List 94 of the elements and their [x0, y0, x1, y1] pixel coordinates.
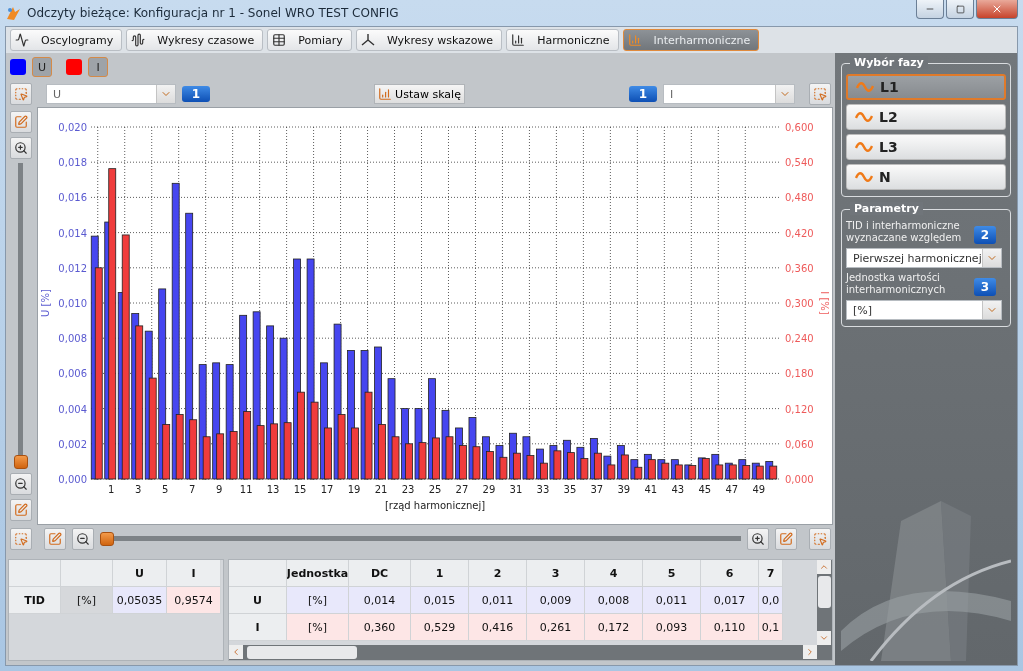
axis-tick-label: 11 — [239, 484, 253, 495]
axis-title: [rząd harmonicznej] — [384, 500, 486, 511]
axis-tick-label: 0,600 — [785, 122, 814, 133]
table-cell: 0,416 — [469, 614, 527, 641]
field-label: TID i interharmoniczne wyznaczane względem — [846, 220, 963, 244]
table-cell: 0,529 — [411, 614, 469, 641]
axis-tick-label: 49 — [752, 484, 766, 495]
table-cell: 0,014 — [349, 587, 411, 614]
table-cell: 0,1 — [759, 614, 783, 641]
axis-tick-label: 21 — [374, 484, 388, 495]
field-label: Jednostka wartości interharmonicznych — [846, 272, 947, 296]
axis-tick-label: 0,480 — [785, 192, 814, 204]
axis-title: U [%] — [40, 289, 51, 317]
table-cell: 0,015 — [411, 587, 469, 614]
axis-tick-label: 0,018 — [58, 157, 87, 169]
axis-tick-label: 0,006 — [58, 368, 87, 380]
axis-tick-label: 17 — [320, 484, 334, 495]
axis-tick-label: 41 — [644, 484, 658, 495]
axis-tick-label: 9 — [215, 484, 223, 495]
axis-tick-label: 39 — [617, 484, 631, 495]
row-header: I — [229, 614, 287, 641]
axis-tick-label: 0,010 — [58, 298, 87, 309]
table-cell: 0,360 — [349, 614, 411, 641]
axis-tick-label: 33 — [536, 484, 550, 495]
header-cell: DC — [349, 560, 411, 587]
row-header: TID — [9, 587, 61, 614]
header-cell: 6 — [701, 560, 759, 587]
step-badge: 1 — [182, 86, 210, 102]
axis-tick-label: 0,020 — [58, 122, 87, 133]
header-cell: I — [167, 560, 221, 587]
axis-tick-label: 0,540 — [785, 157, 814, 169]
axis-tick-label: 0,002 — [58, 438, 87, 450]
axis-tick-label: 29 — [482, 484, 496, 495]
axis-tick-label: 19 — [347, 484, 361, 495]
axis-tick-label: 0,000 — [785, 474, 814, 485]
header-cell: 1 — [411, 560, 469, 587]
axis-tick-label: 27 — [455, 484, 469, 495]
axis-tick-label: 5 — [162, 484, 169, 495]
step-badge: 3 — [974, 278, 996, 296]
table-cell: 0,110 — [701, 614, 759, 641]
header-cell: 2 — [469, 560, 527, 587]
axis-tick-label: 45 — [698, 484, 712, 495]
window-title: Odczyty bieżące: Konfiguracja nr 1 - Sonel WRO TEST CONFIG — [27, 6, 399, 20]
axis-tick-label: 0,120 — [785, 403, 814, 415]
axis-tick-label: 3 — [135, 484, 142, 495]
table-cell: 0,05035 — [113, 587, 167, 614]
axis-tick-label: 0,060 — [785, 438, 814, 450]
table-cell: 0,093 — [643, 614, 701, 641]
table-cell: 0,008 — [585, 587, 643, 614]
table-cell: 0,261 — [527, 614, 585, 641]
axis-tick-label: 25 — [428, 484, 442, 495]
axis-tick-label: 0,240 — [785, 333, 814, 345]
step-badge: 2 — [974, 226, 996, 244]
header-cell: Jednostka — [287, 560, 349, 587]
axis-tick-label: 7 — [189, 484, 196, 495]
header-cell: 7 — [759, 560, 783, 587]
table-cell: 0,0 — [759, 587, 783, 614]
table-cell: [%] — [287, 614, 349, 641]
group-title: Wybór fazy — [850, 56, 928, 69]
axis-tick-label: 0,016 — [58, 192, 87, 204]
step-badge: 1 — [629, 86, 657, 102]
header-cell: 3 — [527, 560, 585, 587]
header-cell: 5 — [643, 560, 701, 587]
table-cell: 0,172 — [585, 614, 643, 641]
axis-title: I [%] — [819, 291, 830, 315]
row-header: U — [229, 587, 287, 614]
axis-tick-label: 15 — [293, 484, 307, 495]
axis-tick-label: 43 — [671, 484, 685, 495]
axis-tick-label: 1 — [108, 484, 115, 495]
group-title: Parametry — [850, 202, 923, 215]
table-cell: 0,017 — [701, 587, 759, 614]
axis-tick-label: 37 — [590, 484, 604, 495]
axis-tick-label: 47 — [725, 484, 739, 495]
table-cell: [%] — [287, 587, 349, 614]
axis-tick-label: 0,012 — [58, 262, 87, 274]
axis-tick-label: 0,180 — [785, 368, 814, 380]
axis-tick-label: 0,000 — [58, 474, 87, 485]
table-cell: [%] — [61, 587, 113, 614]
header-cell: 4 — [585, 560, 643, 587]
axis-tick-label: 0,360 — [785, 262, 814, 274]
table-cell: 0,9574 — [167, 587, 221, 614]
axis-tick-label: 0,014 — [58, 227, 87, 239]
axis-tick-label: 0,008 — [58, 333, 87, 345]
axis-tick-label: 0,420 — [785, 227, 814, 239]
table-cell: 0,011 — [643, 587, 701, 614]
axis-tick-label: 35 — [563, 484, 577, 495]
table-cell: 0,011 — [469, 587, 527, 614]
table-cell: 0,009 — [527, 587, 585, 614]
axis-tick-label: 23 — [401, 484, 415, 495]
axis-tick-label: 0,300 — [785, 298, 814, 309]
axis-tick-label: 0,004 — [58, 403, 87, 415]
axis-tick-label: 13 — [266, 484, 280, 495]
header-cell: U — [113, 560, 167, 587]
axis-tick-label: 31 — [509, 484, 523, 495]
